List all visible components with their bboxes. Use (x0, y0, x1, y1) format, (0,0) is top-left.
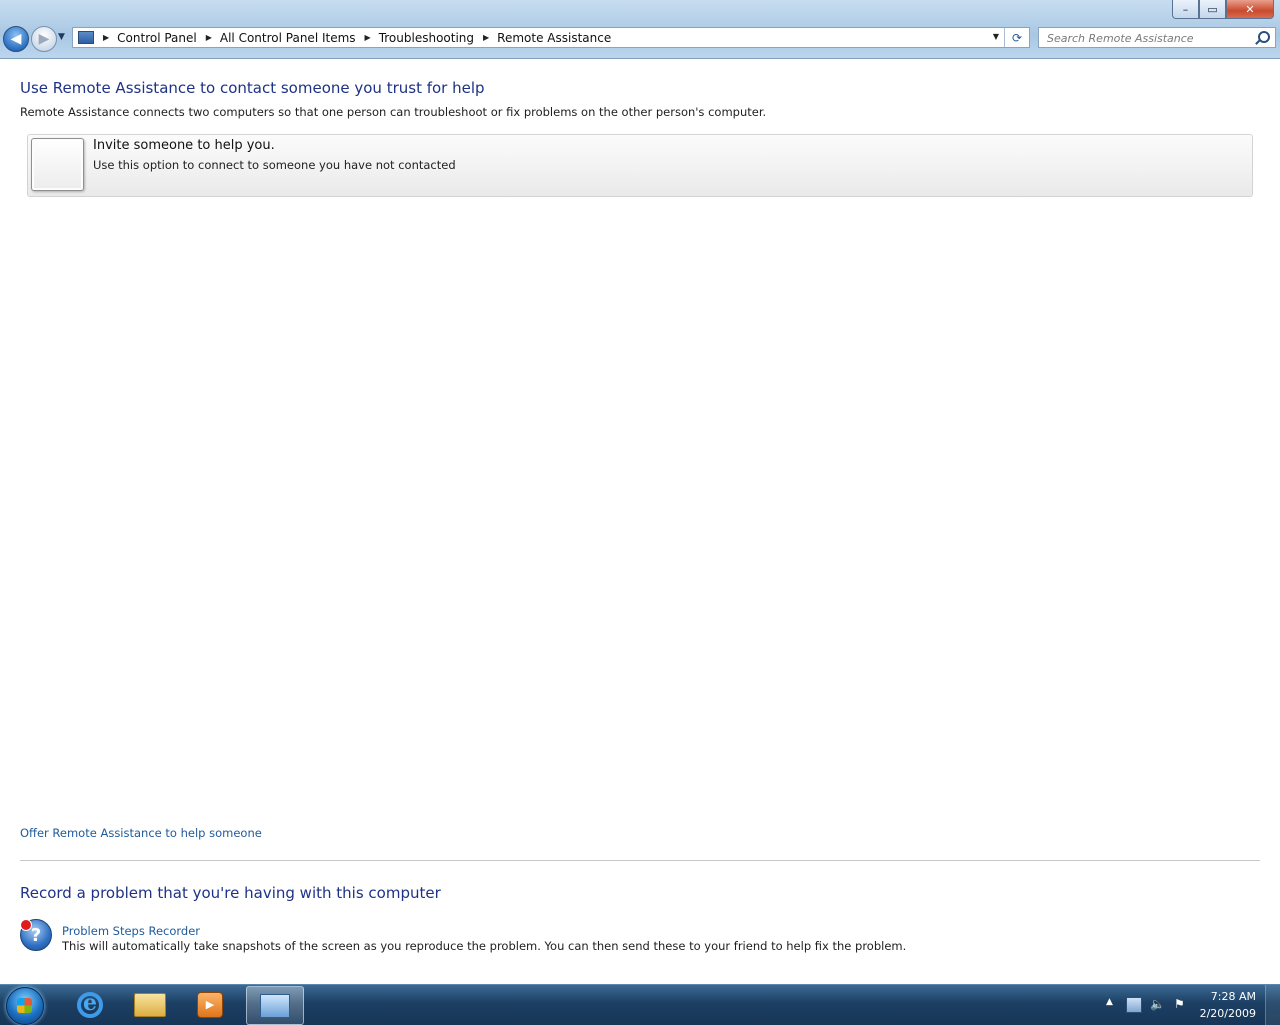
invite-someone-option[interactable]: Invite someone to help you. Use this opt… (27, 134, 1253, 197)
media-player-icon: ▶ (197, 991, 223, 1018)
maximize-button[interactable]: ▭ (1199, 0, 1226, 19)
intro-text: Remote Assistance connects two computers… (20, 105, 767, 119)
breadcrumb-separator-icon[interactable]: ▶ (365, 33, 371, 42)
taskbar-windows-explorer[interactable] (122, 986, 178, 1023)
page-title: Use Remote Assistance to contact someone… (20, 79, 485, 97)
control-panel-icon (78, 31, 94, 44)
back-button[interactable]: ◀ (3, 26, 29, 52)
record-dot-icon (20, 919, 32, 931)
recent-pages-dropdown[interactable]: ▼ (58, 32, 65, 42)
problem-steps-recorder-link[interactable]: Problem Steps Recorder (62, 924, 200, 938)
search-input[interactable] (1045, 29, 1259, 48)
minimize-button[interactable]: – (1172, 0, 1199, 19)
notification-area: ▲ 🔈 ⚑ 7:28 AM 2/20/2009 (1100, 985, 1280, 1025)
breadcrumb-remote-assistance[interactable]: Remote Assistance (497, 31, 611, 45)
network-icon[interactable] (1126, 997, 1142, 1013)
address-dropdown-icon[interactable]: ▼ (993, 32, 999, 41)
content-pane: Use Remote Assistance to contact someone… (0, 59, 1280, 984)
taskbar-control-panel[interactable] (246, 986, 304, 1025)
breadcrumb-separator-icon[interactable]: ▶ (483, 33, 489, 42)
search-box (1038, 27, 1276, 48)
record-problem-heading: Record a problem that you're having with… (20, 884, 441, 902)
invite-option-title: Invite someone to help you. (93, 138, 275, 153)
show-hidden-icons-arrow[interactable]: ▲ (1106, 997, 1113, 1007)
breadcrumb-separator-icon[interactable]: ▶ (206, 33, 212, 42)
taskbar: ▶ ▲ 🔈 ⚑ 7:28 AM 2/20/2009 (0, 984, 1280, 1025)
window-titlebar[interactable]: – ▭ ✕ ◀ ▶ ▼ ▶ Control Panel ▶ All Contro… (0, 0, 1280, 59)
breadcrumb-control-panel[interactable]: Control Panel (117, 31, 197, 45)
breadcrumb-all-control-panel-items[interactable]: All Control Panel Items (220, 31, 356, 45)
taskbar-internet-explorer[interactable] (62, 986, 118, 1023)
taskbar-media-player[interactable]: ▶ (182, 986, 238, 1023)
invite-option-icon (31, 138, 84, 191)
volume-icon[interactable]: 🔈 (1150, 997, 1165, 1011)
address-bar[interactable]: ▶ Control Panel ▶ All Control Panel Item… (72, 27, 1030, 48)
clock-date[interactable]: 2/20/2009 (1200, 1007, 1256, 1020)
invite-option-description: Use this option to connect to someone yo… (93, 158, 456, 172)
show-desktop-button[interactable] (1265, 985, 1280, 1025)
internet-explorer-icon (77, 990, 103, 1018)
action-center-flag-icon[interactable]: ⚑ (1174, 997, 1188, 1011)
control-panel-window-icon (260, 993, 290, 1018)
window-controls: – ▭ ✕ (1172, 0, 1274, 19)
refresh-button[interactable]: ⟳ (1004, 28, 1029, 47)
breadcrumb-troubleshooting[interactable]: Troubleshooting (379, 31, 474, 45)
offer-remote-assistance-link[interactable]: Offer Remote Assistance to help someone (20, 826, 262, 840)
start-button[interactable] (6, 987, 44, 1025)
breadcrumb-separator-icon[interactable]: ▶ (103, 33, 109, 42)
close-button[interactable]: ✕ (1226, 0, 1274, 19)
section-divider (20, 860, 1260, 861)
search-icon[interactable] (1258, 31, 1270, 43)
folder-icon (134, 992, 166, 1017)
problem-steps-recorder-description: This will automatically take snapshots o… (62, 939, 907, 953)
forward-button[interactable]: ▶ (31, 26, 57, 52)
clock-time[interactable]: 7:28 AM (1211, 990, 1256, 1003)
